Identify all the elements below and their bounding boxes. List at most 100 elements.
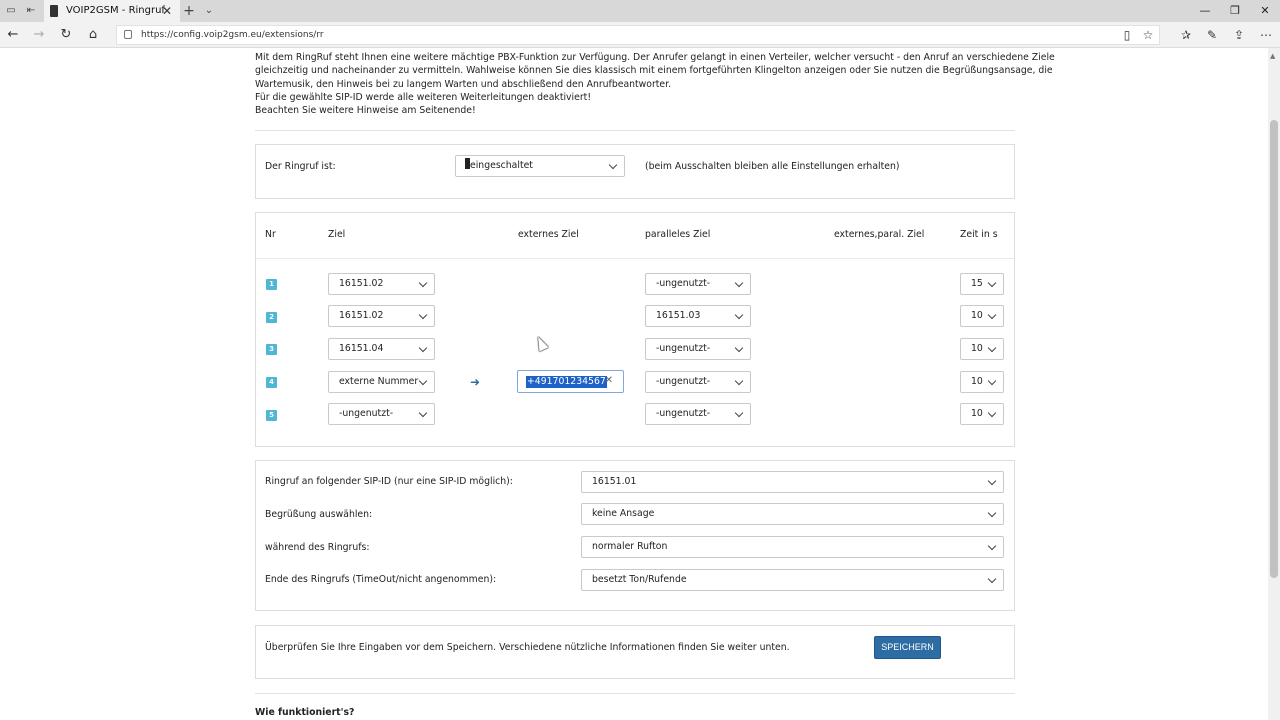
chevron-down-icon	[734, 310, 744, 320]
tab-title: VOIP2GSM - Ringruf	[66, 5, 165, 16]
parallel-select[interactable]: -ungenutzt-	[645, 403, 751, 425]
ziel-select[interactable]: 16151.04	[328, 338, 435, 360]
browser-tab[interactable]: VOIP2GSM - Ringruf ✕	[44, 0, 180, 22]
save-button[interactable]: SPEICHERN	[874, 636, 941, 659]
chevron-down-icon	[608, 160, 618, 170]
set-aside-tabs-icon[interactable]: ⇤	[24, 4, 38, 18]
chevron-down-icon	[418, 343, 428, 353]
chevron-down-icon	[734, 376, 744, 386]
address-toolbar: ← → ↻ ⌂ https://config.voip2gsm.eu/exten…	[0, 22, 1280, 48]
greeting-select[interactable]: keine Ansage	[581, 503, 1004, 525]
chevron-down-icon	[734, 408, 744, 418]
parallel-select[interactable]: -ungenutzt-	[645, 338, 751, 360]
col-header-externes-paral-ziel: externes,paral. Ziel	[834, 229, 925, 240]
intro-line: Beachten Sie weitere Hinweise am Seitene…	[255, 105, 476, 117]
parallel-select[interactable]: -ungenutzt-	[645, 273, 751, 295]
back-icon[interactable]: ←	[4, 26, 22, 44]
chevron-down-icon	[418, 310, 428, 320]
favorites-list-icon[interactable]: ✰	[1177, 26, 1195, 44]
zeit-value: 10	[971, 408, 983, 419]
chevron-down-icon	[418, 376, 428, 386]
end-ring-label: Ende des Ringrufs (TimeOut/nicht angenom…	[265, 574, 497, 585]
ziel-select[interactable]: externe Nummer	[328, 371, 435, 393]
col-header-paralleles-ziel: paralleles Ziel	[645, 229, 711, 240]
status-select[interactable]: eingeschaltet	[455, 155, 625, 177]
ziel-select[interactable]: 16151.02	[328, 305, 435, 327]
chevron-down-icon	[987, 574, 997, 584]
scroll-up-icon[interactable]: ▲	[1270, 52, 1275, 60]
address-bar[interactable]: https://config.voip2gsm.eu/extensions/rr	[116, 25, 1160, 45]
zeit-value: 10	[971, 310, 983, 321]
forward-icon[interactable]: →	[30, 26, 48, 44]
sip-id-value: 16151.01	[592, 476, 637, 487]
parallel-value: -ungenutzt-	[656, 343, 711, 354]
minimize-icon[interactable]: —	[1190, 0, 1220, 22]
chevron-down-icon	[418, 408, 428, 418]
ziel-value: 16151.02	[339, 310, 384, 321]
external-number-value: +491701234567	[526, 376, 607, 388]
external-number-input[interactable]: +491701234567 ✕	[517, 370, 624, 393]
clear-input-icon[interactable]: ✕	[605, 375, 613, 386]
zeit-select[interactable]: 10	[960, 305, 1004, 327]
status-value: eingeschaltet	[470, 160, 533, 171]
chevron-down-icon	[987, 376, 997, 386]
parallel-select[interactable]: -ungenutzt-	[645, 371, 751, 393]
parallel-value: -ungenutzt-	[656, 408, 711, 419]
status-panel	[255, 144, 1015, 199]
intro-line: Mit dem RingRuf steht Ihnen eine weitere…	[255, 52, 1055, 63]
sip-id-select[interactable]: 16151.01	[581, 471, 1004, 493]
notes-pen-icon[interactable]: ✎	[1203, 26, 1221, 44]
chevron-down-icon	[987, 310, 997, 320]
home-icon[interactable]: ⌂	[84, 26, 102, 44]
chevron-down-icon	[418, 278, 428, 288]
zeit-select[interactable]: 10	[960, 338, 1004, 360]
during-ring-select[interactable]: normaler Rufton	[581, 536, 1004, 558]
zeit-select[interactable]: 10	[960, 371, 1004, 393]
chevron-down-icon	[987, 508, 997, 518]
zeit-select[interactable]: 10	[960, 403, 1004, 425]
ziel-select[interactable]: 16151.02	[328, 273, 435, 295]
intro-line: gleichzeitig und nacheinander zu vermitt…	[255, 65, 1053, 77]
parallel-value: -ungenutzt-	[656, 376, 711, 387]
more-menu-icon[interactable]: ⋯	[1257, 26, 1275, 44]
chevron-down-icon	[734, 278, 744, 288]
maximize-icon[interactable]: ❐	[1220, 0, 1250, 22]
reading-view-icon[interactable]: ▯	[1118, 26, 1136, 44]
intro-line: Für die gewählte SIP-ID werde alle weite…	[255, 91, 592, 103]
scrollbar-thumb[interactable]	[1270, 120, 1278, 578]
status-label: Der Ringruf ist:	[265, 161, 336, 172]
favorite-star-icon[interactable]: ☆	[1139, 26, 1157, 44]
site-favicon-icon	[50, 5, 58, 17]
tab-actions-icon[interactable]: ▭	[4, 4, 18, 18]
share-icon[interactable]: ⇪	[1230, 26, 1248, 44]
new-tab-icon[interactable]: +	[182, 4, 196, 18]
ziel-select[interactable]: -ungenutzt-	[328, 403, 435, 425]
chevron-down-icon	[987, 278, 997, 288]
parallel-select[interactable]: 16151.03	[645, 305, 751, 327]
row-number-badge: 1	[266, 279, 277, 290]
page-scrollbar[interactable]: ▲	[1268, 48, 1280, 720]
col-header-zeit: Zeit in s	[960, 229, 998, 240]
ziel-value: 16151.02	[339, 278, 384, 289]
chevron-down-icon	[987, 408, 997, 418]
tab-list-chevron-icon[interactable]: ⌄	[202, 4, 216, 18]
ziel-value: 16151.04	[339, 343, 384, 354]
parallel-value: 16151.03	[656, 310, 701, 321]
ziel-value: -ungenutzt-	[339, 408, 394, 419]
table-header-divider	[256, 258, 1014, 259]
end-ring-select[interactable]: besetzt Ton/Rufende	[581, 569, 1004, 591]
refresh-icon[interactable]: ↻	[57, 26, 75, 44]
divider	[255, 693, 1015, 694]
how-it-works-heading: Wie funktioniert's?	[255, 707, 355, 718]
window-close-icon[interactable]: ✕	[1250, 0, 1280, 22]
intro-line: Wartemusik, den Hinweis bei zu langem Wa…	[255, 78, 672, 90]
divider	[255, 130, 1015, 131]
chevron-down-icon	[987, 541, 997, 551]
row-number-badge: 4	[266, 377, 277, 388]
tab-close-icon[interactable]: ✕	[162, 0, 172, 22]
browser-tab-bar: ▭ ⇤ VOIP2GSM - Ringruf ✕ + ⌄ — ❐ ✕	[0, 0, 1280, 22]
zeit-value: 15	[971, 278, 983, 289]
lock-icon	[124, 30, 132, 39]
zeit-select[interactable]: 15	[960, 273, 1004, 295]
intro-text: Mit dem RingRuf steht Ihnen eine weitere…	[255, 51, 1055, 117]
